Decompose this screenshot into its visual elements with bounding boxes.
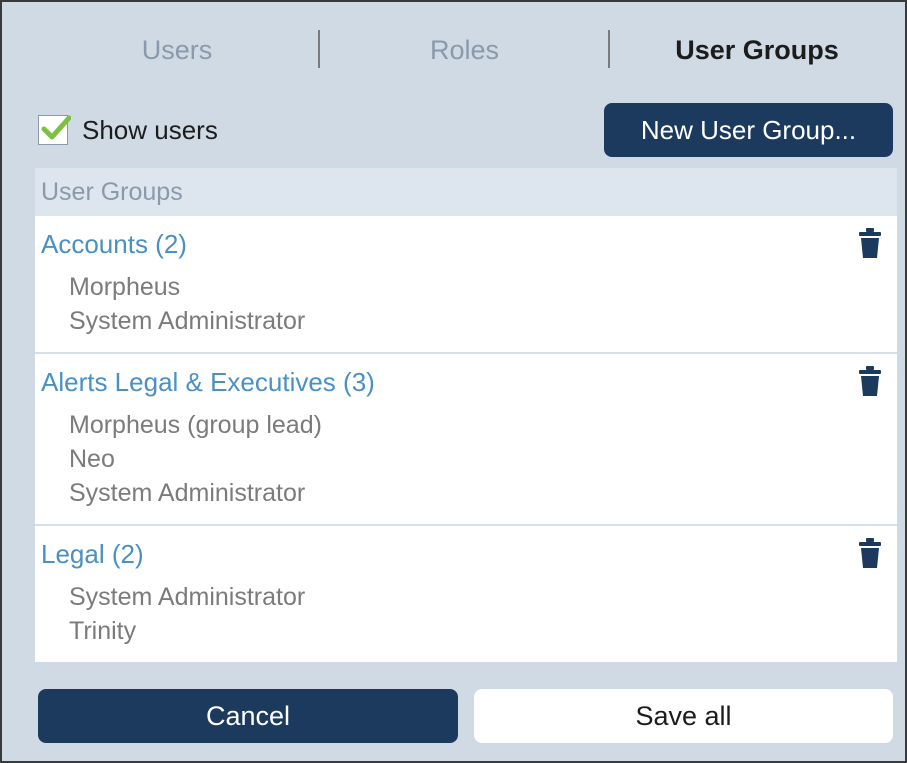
user-groups-panel: Users Roles User Groups Show users New U… (0, 0, 907, 763)
trash-icon[interactable] (859, 366, 881, 396)
group-member: Neo (69, 445, 115, 473)
list-item: Accounts (2) Morpheus System Administrat… (35, 216, 897, 354)
tab-separator (318, 30, 320, 68)
trash-icon[interactable] (859, 228, 881, 258)
group-member: Morpheus (group lead) (69, 411, 322, 439)
tab-roles[interactable]: Roles (332, 30, 597, 70)
group-member: Morpheus (69, 273, 181, 301)
new-user-group-button[interactable]: New User Group... (604, 103, 893, 157)
group-title[interactable]: Alerts Legal & Executives (3) (41, 366, 375, 398)
list-header: User Groups (35, 168, 897, 216)
group-title[interactable]: Accounts (2) (41, 228, 187, 260)
save-all-button[interactable]: Save all (474, 689, 893, 743)
show-users-checkbox[interactable] (38, 115, 71, 145)
group-member: Trinity (69, 617, 137, 645)
show-users-toggle[interactable]: Show users (38, 112, 218, 148)
trash-icon[interactable] (859, 538, 881, 568)
group-title[interactable]: Legal (2) (41, 538, 144, 570)
tab-user-groups[interactable]: User Groups (622, 30, 892, 70)
show-users-label: Show users (82, 114, 218, 145)
tab-bar: Users Roles User Groups (2, 2, 905, 97)
list-item: Legal (2) System Administrator Trinity (35, 526, 897, 662)
checkmark-icon (41, 115, 71, 140)
group-member: System Administrator (69, 583, 306, 611)
cancel-button[interactable]: Cancel (38, 689, 458, 743)
tab-separator (608, 30, 610, 68)
group-member: System Administrator (69, 307, 306, 335)
list-item: Alerts Legal & Executives (3) Morpheus (… (35, 354, 897, 526)
tab-users[interactable]: Users (62, 30, 292, 70)
user-groups-list: User Groups Accounts (2) Morpheus System… (35, 168, 897, 662)
group-member: System Administrator (69, 479, 306, 507)
